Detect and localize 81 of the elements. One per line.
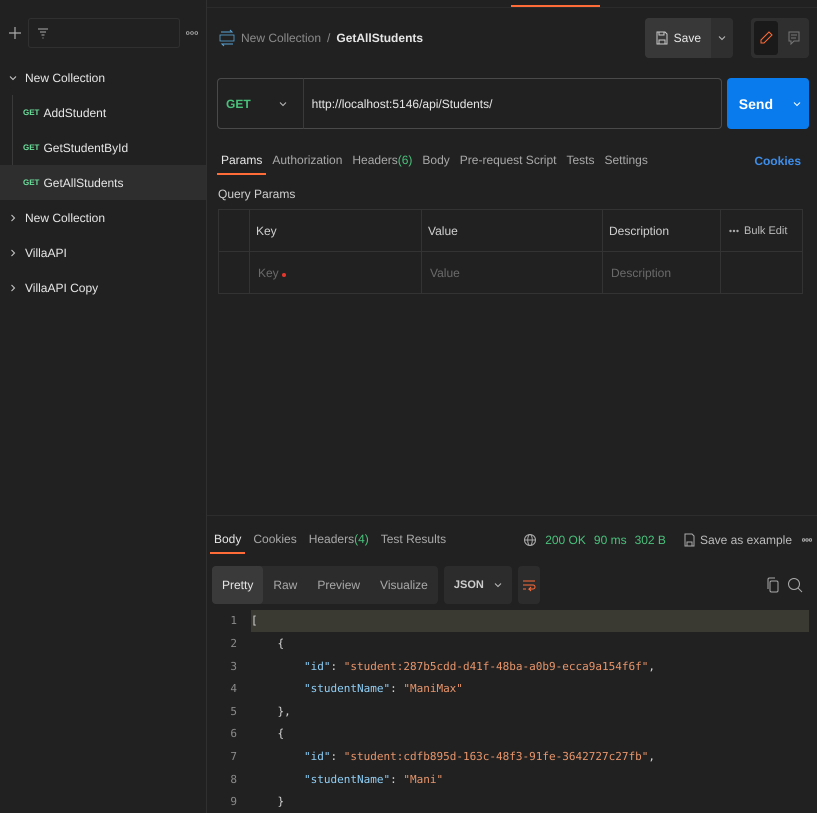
column-header: Description bbox=[609, 224, 670, 238]
param-input[interactable]: Description bbox=[609, 264, 713, 280]
edit-mode-button[interactable] bbox=[754, 21, 778, 55]
request-tab[interactable]: Body bbox=[418, 147, 454, 175]
collection-item[interactable]: VillaAPI bbox=[0, 235, 206, 270]
request-tab[interactable]: Pre-request Script bbox=[456, 147, 560, 175]
column-header: Value bbox=[428, 224, 458, 238]
caret-icon bbox=[793, 100, 801, 108]
request-item[interactable]: GET GetAllStudents bbox=[0, 165, 206, 200]
response-size: 302 B bbox=[634, 532, 666, 547]
column-header: Key bbox=[256, 224, 277, 238]
code-line: "studentName": "ManiMax" bbox=[302, 681, 464, 698]
line-number: 7 bbox=[229, 750, 238, 764]
line-number: 3 bbox=[229, 660, 238, 673]
more-icon bbox=[729, 228, 739, 232]
collection-item[interactable]: New Collection bbox=[0, 60, 206, 95]
view-mode-tab[interactable]: Visualize bbox=[370, 566, 438, 604]
http-icon bbox=[219, 29, 235, 47]
send-button[interactable]: Send bbox=[726, 78, 809, 129]
line-number: 6 bbox=[229, 727, 238, 740]
code-line: }, bbox=[276, 704, 292, 720]
wrap-button[interactable] bbox=[518, 566, 540, 604]
view-mode-tab[interactable]: Raw bbox=[263, 566, 308, 604]
param-input[interactable]: Value bbox=[428, 264, 532, 280]
filter-field[interactable] bbox=[28, 18, 180, 48]
breadcrumb-link[interactable]: New Collection bbox=[241, 31, 322, 45]
more-icon[interactable] bbox=[186, 30, 198, 36]
collection-item[interactable]: VillaAPI Copy bbox=[0, 270, 206, 305]
copy-icon[interactable] bbox=[765, 576, 781, 593]
response-time: 90 ms bbox=[594, 532, 627, 547]
request-tab[interactable]: Tests bbox=[562, 147, 598, 175]
request-item[interactable]: GET GetStudentById bbox=[0, 130, 206, 165]
response-tab[interactable]: Headers(4) bbox=[304, 526, 373, 554]
line-number: 4 bbox=[229, 682, 238, 696]
request-tab[interactable]: Authorization bbox=[268, 147, 346, 175]
status-code: 200 OK bbox=[545, 532, 586, 547]
code-line: "id": "student:287b5cdd-d41f-48ba-a0b9-ecca9a154f6f", bbox=[302, 658, 656, 675]
code-line: } bbox=[276, 794, 286, 810]
request-tab[interactable]: Settings bbox=[600, 147, 652, 175]
globe-icon bbox=[523, 532, 538, 547]
code-line: "id": "student:cdfb895d-163c-48f3-91fe-3642727c27fb", bbox=[302, 749, 656, 766]
save-icon bbox=[654, 31, 669, 45]
add-icon[interactable] bbox=[8, 26, 22, 40]
save-as-example-button[interactable]: Save as example bbox=[676, 532, 798, 548]
request-title: GetAllStudents bbox=[336, 31, 424, 45]
response-tab[interactable]: Body bbox=[210, 526, 246, 554]
search-icon[interactable] bbox=[787, 576, 803, 593]
url-field[interactable]: http://localhost:5146/api/Students/ bbox=[302, 78, 722, 129]
caret-icon bbox=[718, 34, 726, 42]
caret-icon bbox=[278, 100, 287, 108]
format-dropdown[interactable]: JSON bbox=[444, 566, 512, 604]
pencil-icon bbox=[759, 31, 773, 45]
line-number: 1 bbox=[229, 614, 238, 628]
request-tab[interactable]: Params bbox=[217, 147, 266, 175]
section-title: Query Params bbox=[217, 186, 296, 203]
request-item[interactable]: GET AddStudent bbox=[0, 95, 206, 130]
code-line: "studentName": "Mani" bbox=[302, 772, 444, 788]
response-tab[interactable]: Test Results bbox=[376, 526, 450, 554]
line-number: 8 bbox=[229, 772, 238, 786]
save-icon bbox=[682, 532, 696, 547]
filter-icon bbox=[37, 27, 49, 39]
line-number: 2 bbox=[229, 637, 238, 650]
collection-item[interactable]: New Collection bbox=[0, 200, 206, 235]
line-number: 9 bbox=[229, 795, 238, 808]
response-tab[interactable]: Cookies bbox=[249, 526, 301, 554]
caret-icon bbox=[494, 580, 502, 589]
method-dropdown[interactable]: GET bbox=[217, 78, 303, 129]
code-line: { bbox=[276, 636, 286, 652]
more-icon[interactable] bbox=[802, 538, 812, 542]
bulk-edit-button[interactable]: Bulk Edit bbox=[727, 224, 790, 236]
code-line: { bbox=[276, 726, 286, 742]
view-mode-tab[interactable]: Pretty bbox=[212, 566, 264, 604]
line-number: 5 bbox=[229, 704, 238, 718]
wrap-lines-icon bbox=[522, 578, 536, 592]
cookies-link[interactable]: Cookies bbox=[754, 154, 801, 168]
save-button[interactable]: Save bbox=[644, 18, 711, 58]
view-mode-tab[interactable]: Preview bbox=[307, 566, 370, 604]
param-input[interactable]: Key bbox=[256, 264, 360, 280]
request-tab[interactable]: Headers(6) bbox=[348, 147, 416, 175]
dot-icon bbox=[282, 273, 286, 277]
breadcrumb-separator: / bbox=[327, 31, 330, 45]
